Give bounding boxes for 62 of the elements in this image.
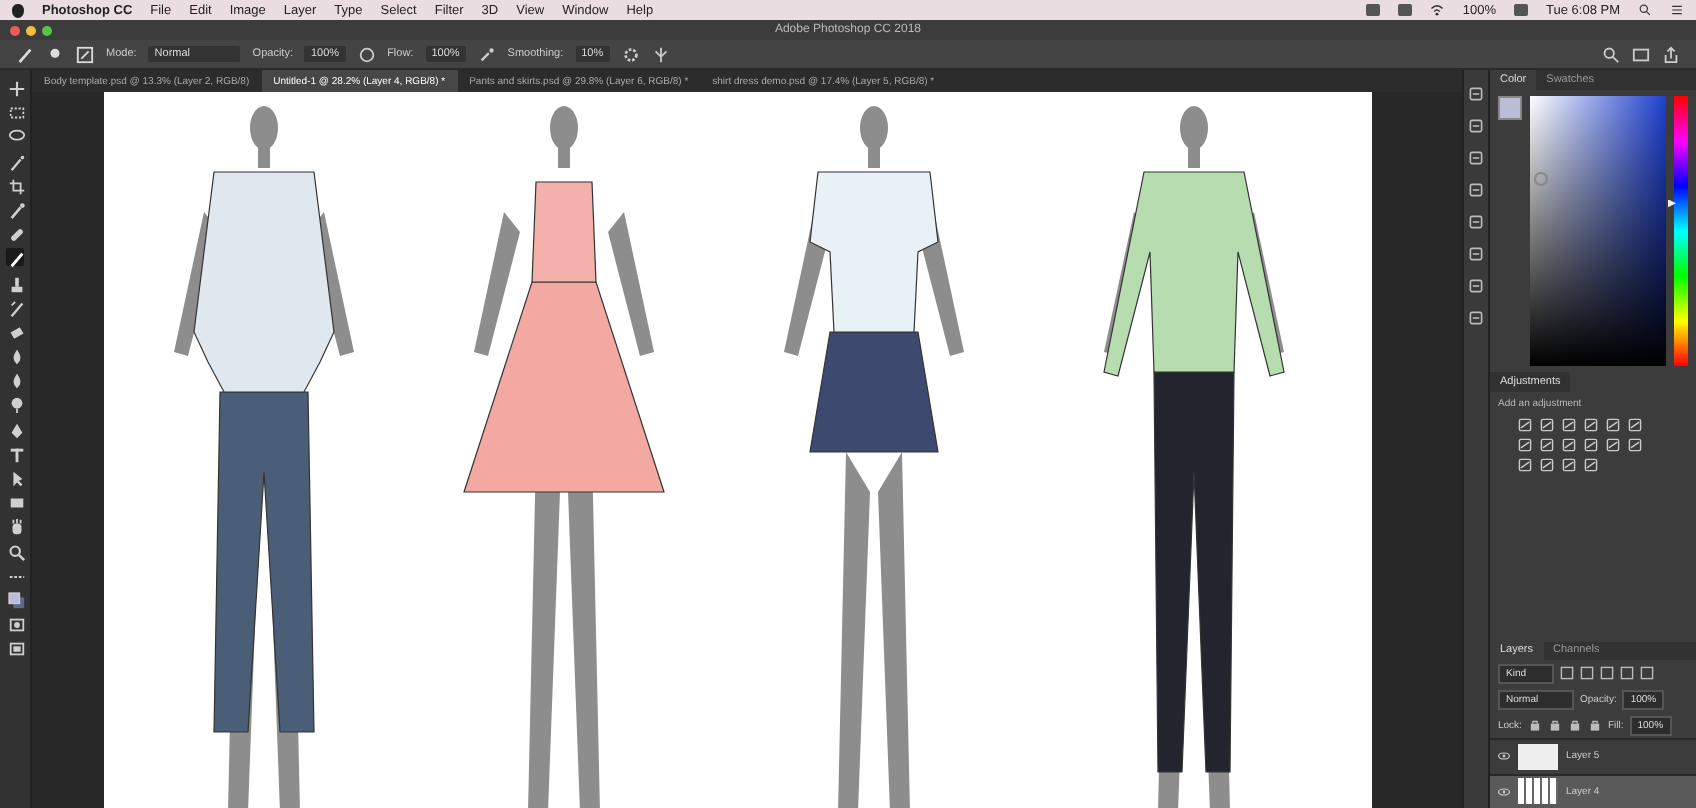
eye-icon[interactable]: [1498, 787, 1510, 796]
adjustment-preset-icon[interactable]: [1628, 437, 1642, 452]
eraser-tool-icon[interactable]: [6, 321, 28, 344]
search-icon[interactable]: [1638, 4, 1652, 16]
adjustment-preset-icon[interactable]: [1606, 417, 1620, 432]
airbrush-icon[interactable]: [477, 45, 496, 63]
color-field[interactable]: [1530, 95, 1666, 366]
adjustment-preset-icon[interactable]: [1540, 457, 1554, 472]
color-swatch[interactable]: [1498, 95, 1522, 120]
share-icon[interactable]: [1662, 45, 1680, 63]
screen-tool-icon[interactable]: [6, 638, 28, 661]
hue-slider-thumb[interactable]: [1668, 199, 1676, 208]
mask-tool-icon[interactable]: [6, 614, 28, 637]
layer-thumbnail: [1518, 743, 1558, 770]
adjustment-preset-icon[interactable]: [1562, 437, 1576, 452]
menu-icon[interactable]: [1670, 4, 1684, 16]
adjustment-preset-icon[interactable]: [1540, 417, 1554, 432]
move-tool-icon[interactable]: [6, 78, 28, 100]
padlock-icon[interactable]: [1587, 718, 1602, 733]
adjustment-preset-icon[interactable]: [1562, 417, 1576, 432]
colors-tool-icon[interactable]: [6, 589, 28, 612]
workspace-icon[interactable]: [1632, 45, 1650, 63]
pressure-icon[interactable]: [357, 45, 376, 63]
adjustment-preset-icon[interactable]: [1518, 457, 1532, 472]
status-icon[interactable]: [1366, 4, 1381, 16]
eyedropper-tool-icon[interactable]: [6, 199, 28, 222]
adjustment-preset-icon[interactable]: [1518, 417, 1532, 432]
type-tool-icon[interactable]: [6, 443, 28, 466]
adjustment-preset-icon[interactable]: [1518, 437, 1532, 452]
history-tool-icon[interactable]: [6, 297, 28, 320]
battery-icon[interactable]: [1514, 4, 1529, 16]
adjustment-preset-icon[interactable]: [1562, 457, 1576, 472]
eye-icon[interactable]: [1498, 752, 1510, 761]
close-button[interactable]: [10, 25, 20, 35]
adjustment-preset-icon[interactable]: [1584, 417, 1598, 432]
adjustment-preset-icon[interactable]: [1584, 457, 1598, 472]
status-icon[interactable]: [1398, 4, 1413, 16]
hue-slider[interactable]: [1674, 95, 1688, 366]
symmetry-icon[interactable]: [651, 45, 670, 63]
maximize-button[interactable]: [42, 25, 52, 35]
brush-icon[interactable]: [16, 45, 34, 63]
crop-tool-icon[interactable]: [6, 175, 28, 198]
adjustment-preset-icon[interactable]: [1584, 437, 1598, 452]
brush-preset-icon[interactable]: [46, 45, 64, 63]
brush-panel-icon[interactable]: [76, 45, 94, 63]
minimize-button[interactable]: [26, 25, 36, 35]
wand-tool-icon[interactable]: [6, 151, 28, 174]
brush-tool-icon[interactable]: [6, 248, 28, 271]
stamp-tool-icon[interactable]: [6, 273, 28, 295]
color-picker-handle[interactable]: [1534, 171, 1548, 186]
settings-icon[interactable]: [621, 45, 640, 63]
adjustment-preset-icon[interactable]: [1606, 437, 1620, 452]
healing-tool-icon[interactable]: [6, 224, 28, 247]
apple-logo-icon[interactable]: [12, 3, 24, 17]
search-icon[interactable]: [1602, 45, 1620, 63]
zoom-tool-icon[interactable]: [6, 541, 28, 564]
wifi-icon[interactable]: [1430, 4, 1445, 16]
layer-thumbnail: [1518, 778, 1558, 805]
adjustment-preset-icon[interactable]: [1540, 437, 1554, 452]
pen-tool-icon[interactable]: [6, 419, 28, 442]
adjustment-preset-icon[interactable]: [1628, 417, 1642, 432]
dodge-tool-icon[interactable]: [6, 394, 28, 417]
